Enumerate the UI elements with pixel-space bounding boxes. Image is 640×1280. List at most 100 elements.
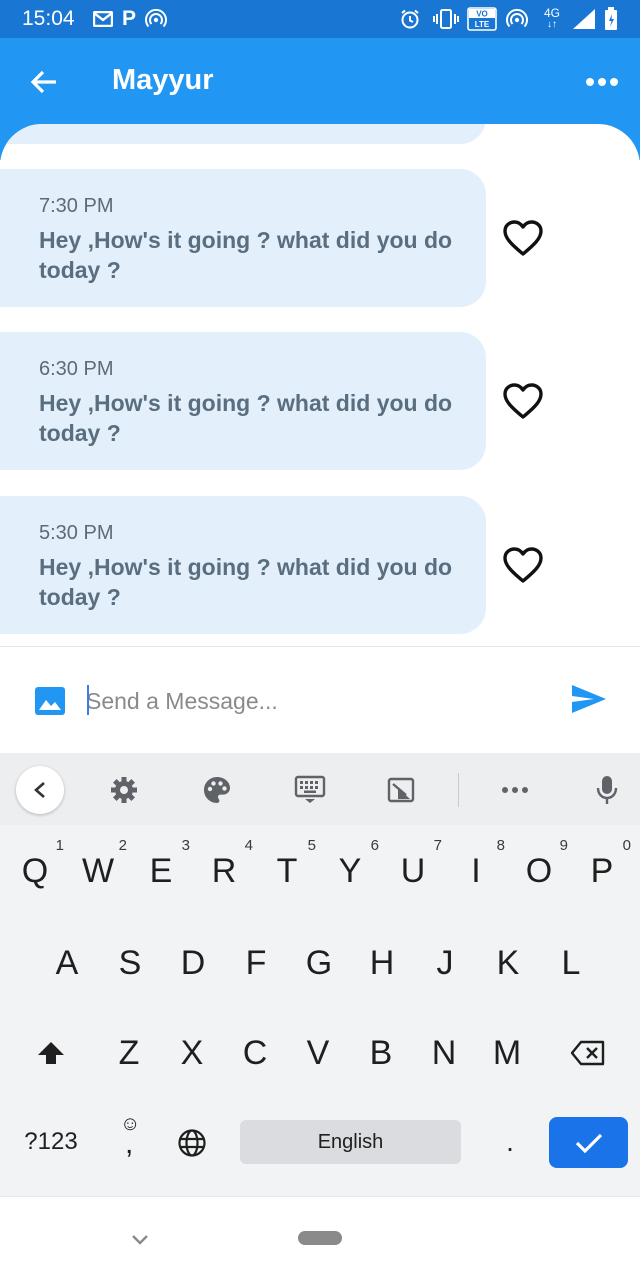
wifi-hotspot-icon [505, 6, 529, 32]
key-o[interactable]: O9 [508, 837, 570, 901]
key-z[interactable]: Z [98, 1023, 160, 1083]
like-button[interactable] [500, 544, 546, 586]
text-cursor [87, 685, 89, 715]
alarm-icon [398, 6, 422, 32]
page-title: Mayyur [112, 64, 214, 96]
message-list[interactable]: 7:30 PM Hey ,How's it going ? what did y… [0, 124, 640, 646]
more-horiz-icon [586, 78, 618, 86]
key-w[interactable]: W2 [67, 837, 129, 901]
key-d[interactable]: D [162, 933, 224, 993]
emoji-comma-key[interactable]: ☺ , [108, 1113, 150, 1169]
shift-key[interactable] [20, 1023, 82, 1083]
key-h[interactable]: H [351, 933, 413, 993]
keyboard-collapse-button[interactable] [16, 766, 64, 814]
message-bubble-partial [0, 124, 486, 144]
parking-icon: P [121, 7, 136, 30]
key-n[interactable]: N [413, 1023, 475, 1083]
key-m[interactable]: M [476, 1023, 538, 1083]
hotspot-icon [144, 6, 168, 32]
key-b[interactable]: B [350, 1023, 412, 1083]
comma-label: , [125, 1127, 134, 1160]
message-bubble[interactable]: 6:30 PM Hey ,How's it going ? what did y… [0, 332, 486, 470]
gmail-icon [92, 6, 114, 32]
enter-key[interactable] [549, 1117, 628, 1168]
message-bubble[interactable]: 5:30 PM Hey ,How's it going ? what did y… [0, 496, 486, 634]
image-icon [35, 687, 65, 715]
message-text: Hey ,How's it going ? what did you do to… [39, 554, 453, 610]
palette-icon [204, 777, 230, 803]
key-i[interactable]: I8 [445, 837, 507, 901]
space-key[interactable]: English [240, 1120, 461, 1164]
arrow-back-icon [30, 70, 56, 94]
key-a[interactable]: A [36, 933, 98, 993]
check-icon [575, 1133, 602, 1153]
attach-image-button[interactable] [34, 685, 66, 717]
message-bubble[interactable]: 7:30 PM Hey ,How's it going ? what did y… [0, 169, 486, 307]
keyboard-settings-button[interactable] [104, 770, 144, 810]
network-type-icon: 4G ↓↑ [539, 6, 565, 32]
chevron-down-icon [132, 1235, 148, 1245]
period-key[interactable]: . [490, 1120, 530, 1164]
backspace-icon [570, 1040, 605, 1066]
key-s[interactable]: S [99, 933, 161, 993]
back-button[interactable] [24, 62, 64, 102]
voice-input-button[interactable] [587, 770, 627, 810]
more-horiz-icon [502, 787, 528, 793]
message-text: Hey ,How's it going ? what did you do to… [39, 227, 453, 283]
key-g[interactable]: G [288, 933, 350, 993]
backspace-key[interactable] [557, 1023, 619, 1083]
on-screen-keyboard: Q1 W2 E3 R4 T5 Y6 U7 I8 O9 P0 A S D F G … [0, 753, 640, 1196]
heart-outline-icon [503, 547, 543, 583]
symbols-key[interactable]: ?123 [14, 1118, 88, 1166]
key-e[interactable]: E3 [130, 837, 192, 901]
keyboard-oneHanded-button[interactable] [381, 770, 421, 810]
key-l[interactable]: L [540, 933, 602, 993]
toolbar-divider [458, 773, 459, 807]
keyboard-layout-button[interactable] [290, 770, 330, 810]
message-item: 6:30 PM Hey ,How's it going ? what did y… [0, 332, 640, 472]
key-v[interactable]: V [287, 1023, 349, 1083]
send-button[interactable] [570, 683, 610, 719]
key-q[interactable]: Q1 [4, 837, 66, 901]
keyboard-toolbar [0, 753, 640, 825]
message-time: 7:30 PM [39, 195, 114, 217]
vibrate-icon [432, 6, 460, 32]
status-bar: 15:04 P VO LTE 4G ↓↑ [0, 0, 640, 38]
key-c[interactable]: C [224, 1023, 286, 1083]
key-r[interactable]: R4 [193, 837, 255, 901]
keyboard-icon [294, 775, 326, 803]
key-t[interactable]: T5 [256, 837, 318, 901]
like-button[interactable] [500, 217, 546, 259]
key-k[interactable]: K [477, 933, 539, 993]
message-composer [0, 647, 640, 753]
like-button[interactable] [500, 380, 546, 422]
key-y[interactable]: Y6 [319, 837, 381, 901]
network-label: 4G [543, 6, 560, 20]
language-switch-key[interactable] [170, 1121, 214, 1165]
more-options-button[interactable] [578, 68, 626, 96]
battery-icon [603, 6, 619, 32]
key-u[interactable]: U7 [382, 837, 444, 901]
home-pill-button[interactable] [298, 1231, 342, 1245]
globe-icon [178, 1129, 206, 1157]
signal-icon [570, 6, 598, 32]
svg-text:LTE: LTE [475, 20, 490, 29]
gear-icon [111, 777, 137, 803]
key-j[interactable]: J [414, 933, 476, 993]
status-time: 15:04 [22, 7, 75, 30]
keyboard-more-button[interactable] [495, 770, 535, 810]
resize-icon [387, 777, 415, 803]
message-item: 7:30 PM Hey ,How's it going ? what did y… [0, 169, 640, 309]
heart-outline-icon [503, 383, 543, 419]
message-input[interactable] [86, 683, 546, 719]
keyboard-theme-button[interactable] [197, 770, 237, 810]
heart-outline-icon [503, 220, 543, 256]
hide-keyboard-button[interactable] [126, 1225, 154, 1253]
key-p[interactable]: P0 [571, 837, 633, 901]
microphone-icon [596, 776, 618, 804]
system-nav-bar [0, 1196, 640, 1280]
key-x[interactable]: X [161, 1023, 223, 1083]
data-arrows-icon: ↓↑ [547, 19, 557, 30]
key-f[interactable]: F [225, 933, 287, 993]
message-time: 5:30 PM [39, 522, 114, 544]
